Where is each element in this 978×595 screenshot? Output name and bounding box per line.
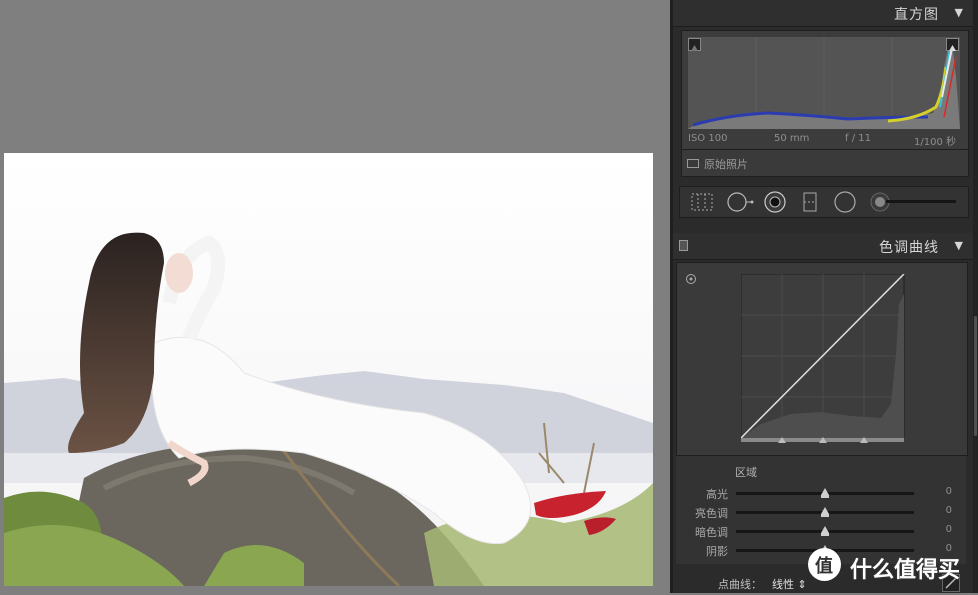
- graduated-filter-icon[interactable]: [801, 191, 819, 213]
- brush-size-slider[interactable]: [886, 200, 956, 203]
- lights-row: 亮色调 0: [676, 503, 966, 521]
- lights-thumb[interactable]: [821, 507, 829, 514]
- highlights-slider[interactable]: [736, 488, 914, 498]
- darks-thumb-base: [821, 533, 829, 536]
- highlight-clipping-toggle[interactable]: [946, 38, 959, 51]
- lights-value[interactable]: 0: [946, 505, 952, 516]
- lights-slider[interactable]: [736, 507, 914, 517]
- watermark: 值 什么值得买: [808, 548, 978, 584]
- panel-scrollbar-thumb[interactable]: [974, 316, 977, 436]
- crop-overlay-icon[interactable]: [690, 191, 714, 213]
- radial-filter-icon[interactable]: [833, 191, 857, 213]
- collapse-triangle-icon[interactable]: ▼: [955, 6, 963, 19]
- photo-canvas[interactable]: [0, 0, 670, 593]
- panel-scrollbar[interactable]: [973, 0, 978, 593]
- exif-shutter: 1/100 秒: [914, 137, 956, 148]
- darks-row: 暗色调 0: [676, 522, 966, 540]
- point-curve-value: 线性: [772, 578, 794, 591]
- watermark-logo-icon: 值: [808, 548, 841, 581]
- original-photo-label: 原始照片: [704, 158, 748, 171]
- shadow-clipping-toggle[interactable]: [688, 38, 701, 51]
- histogram-header[interactable]: 直方图 ▼: [673, 0, 973, 27]
- watermark-text: 什么值得买: [850, 558, 961, 583]
- point-curve-label: 点曲线：: [718, 578, 762, 591]
- target-adjustment-icon[interactable]: [685, 273, 697, 285]
- spot-removal-icon[interactable]: [726, 191, 754, 213]
- lights-thumb-base: [821, 514, 829, 517]
- tone-curve-area: [676, 262, 968, 456]
- collapse-triangle-icon[interactable]: ▼: [955, 239, 963, 252]
- highlights-value[interactable]: 0: [946, 486, 952, 497]
- regions-title: 区域: [735, 466, 757, 479]
- exif-iso: ISO 100: [688, 133, 728, 144]
- histogram-title: 直方图: [894, 7, 939, 23]
- tone-curve-graph[interactable]: [741, 274, 905, 449]
- exif-focal-length: 50 mm: [774, 133, 810, 144]
- darks-value[interactable]: 0: [946, 524, 952, 535]
- point-curve-select[interactable]: 线性 ⇕: [772, 576, 807, 592]
- tool-strip: [679, 186, 969, 218]
- tone-curve-header[interactable]: 色调曲线 ▼: [673, 233, 973, 260]
- panel-switch-icon[interactable]: [679, 240, 688, 251]
- highlights-row: 高光 0: [676, 484, 966, 502]
- shadows-label: 阴影: [706, 545, 728, 558]
- red-eye-icon[interactable]: [763, 191, 787, 213]
- original-photo-row[interactable]: 原始照片: [681, 150, 969, 177]
- lights-label: 亮色调: [695, 507, 728, 520]
- edited-photo: [4, 153, 653, 586]
- histogram: ISO 100 50 mm f / 11 1/100 秒: [681, 30, 969, 150]
- watermark-logo-glyph: 值: [815, 556, 833, 577]
- histogram-graph[interactable]: [688, 37, 960, 129]
- darks-thumb[interactable]: [821, 526, 829, 533]
- darks-label: 暗色调: [695, 526, 728, 539]
- original-photo-checkbox[interactable]: [687, 159, 699, 168]
- panel-divider: [670, 0, 673, 593]
- exif-aperture: f / 11: [845, 133, 871, 144]
- highlights-label: 高光: [706, 488, 728, 501]
- highlights-thumb-base: [821, 495, 829, 498]
- darks-slider[interactable]: [736, 526, 914, 536]
- highlights-thumb[interactable]: [821, 488, 829, 495]
- tone-curve-title: 色调曲线: [879, 240, 939, 256]
- updown-arrow-icon: ⇕: [797, 578, 807, 591]
